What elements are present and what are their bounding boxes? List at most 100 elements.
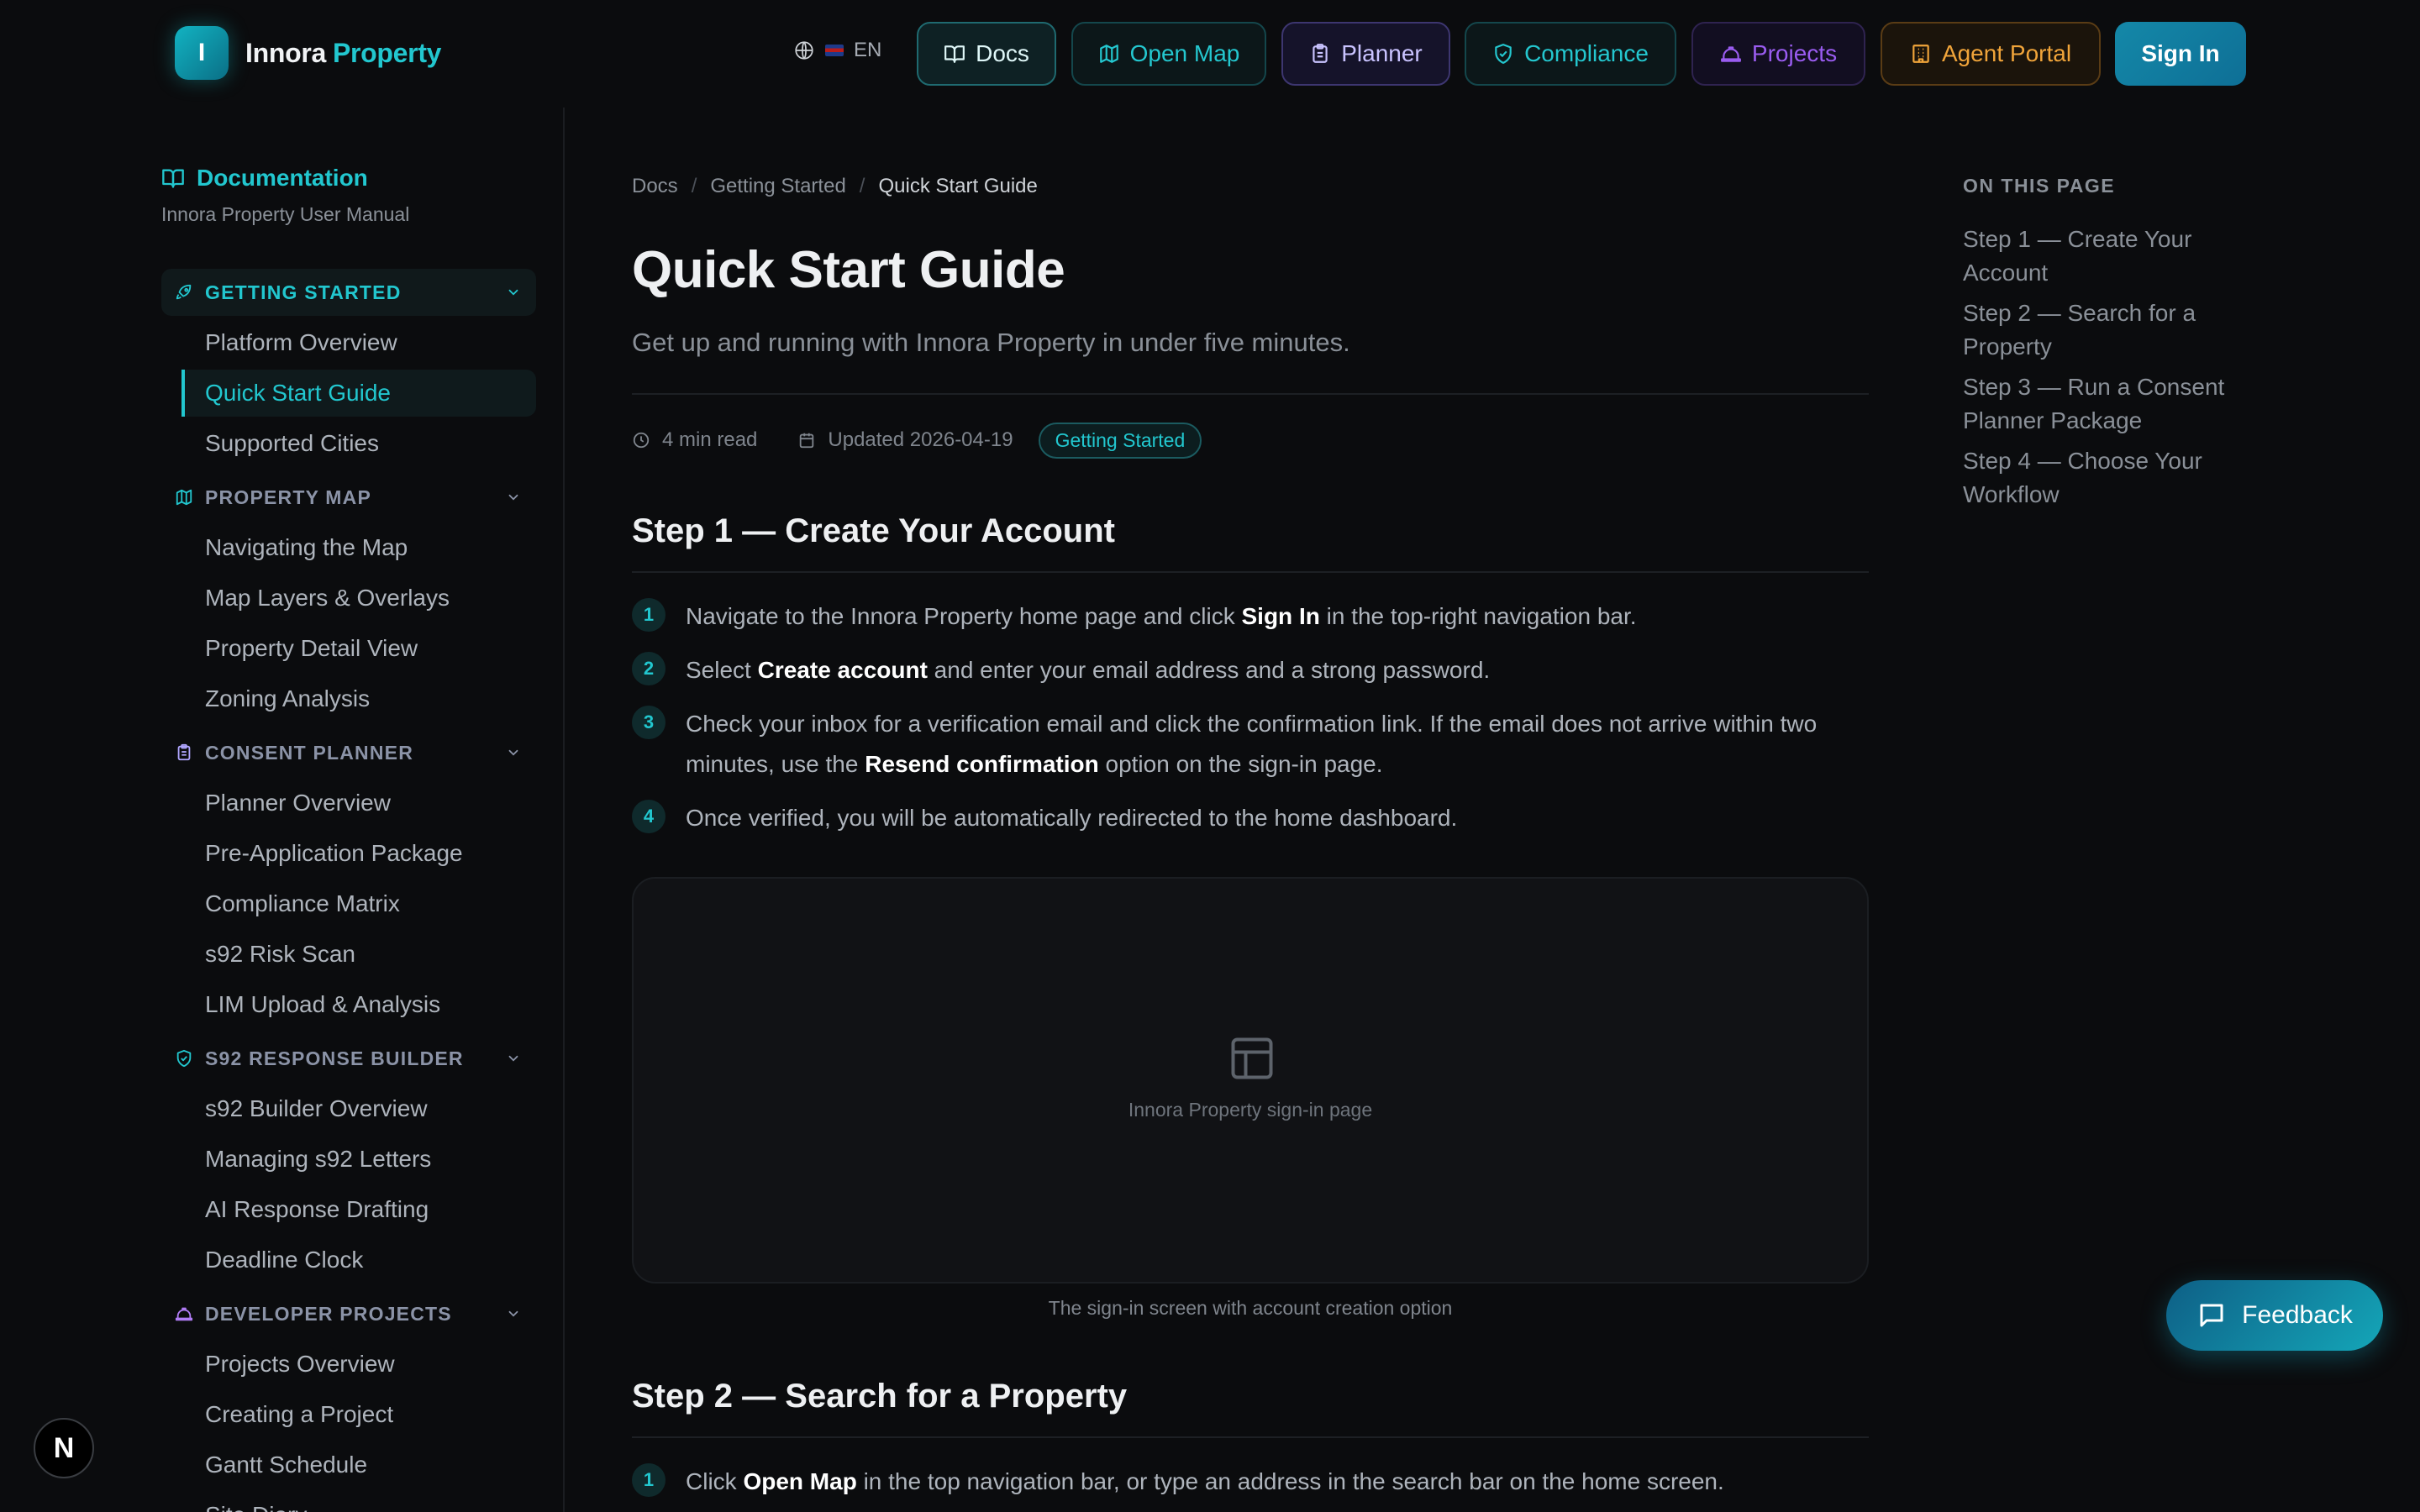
screenshot-placeholder: Innora Property sign-in page [632, 877, 1869, 1284]
sidebar-item-zoning-analysis[interactable]: Zoning Analysis [182, 675, 536, 722]
nav-compliance-button[interactable]: Compliance [1465, 22, 1676, 86]
list-item: 3 Check your inbox for a verification em… [632, 704, 1869, 785]
sidebar-section-s92-response-builder[interactable]: S92 RESPONSE BUILDER [161, 1035, 536, 1082]
create-account-mention: Create account [757, 657, 928, 683]
sidebar-section-label: CONSENT PLANNER [205, 741, 414, 764]
sidebar-section-property-map[interactable]: PROPERTY MAP [161, 474, 536, 521]
nav-open-map-button[interactable]: Open Map [1071, 22, 1266, 86]
list-item: 1 Click Open Map in the top navigation b… [632, 1462, 1869, 1502]
sidebar-item-ai-response-drafting[interactable]: AI Response Drafting [182, 1186, 536, 1233]
sidebar-section-label: S92 RESPONSE BUILDER [205, 1047, 464, 1069]
nav-projects-button[interactable]: Projects [1691, 22, 1865, 86]
list-item: 4 Once verified, you will be automatical… [632, 798, 1869, 838]
nav-docs-button[interactable]: Docs [917, 22, 1056, 86]
globe-icon [795, 41, 813, 60]
sidebar-item-site-diary[interactable]: Site Diary [182, 1492, 536, 1512]
clipboard-icon [177, 743, 191, 761]
sidebar-item-navigating-the-map[interactable]: Navigating the Map [182, 524, 536, 571]
sidebar-section-developer-projects[interactable]: DEVELOPER PROJECTS [161, 1290, 536, 1337]
brand-name-1: Innora [245, 37, 326, 68]
dev-tools-badge[interactable]: N [34, 1418, 94, 1478]
feedback-button[interactable]: Feedback [2166, 1280, 2383, 1351]
sidebar-section-getting-started[interactable]: GETTING STARTED [161, 269, 536, 316]
toc-item-step-2[interactable]: Step 2 — Search for a Property [1963, 297, 2265, 364]
sidebar-section-label: PROPERTY MAP [205, 486, 372, 508]
hardhat-icon [1721, 46, 1741, 62]
step-1-heading: Step 1 — Create Your Account [632, 512, 1115, 549]
calendar-icon [800, 433, 814, 449]
nav-agent-portal-button[interactable]: Agent Portal [1881, 22, 2101, 86]
language-switcher[interactable]: EN [793, 39, 881, 62]
sidebar-item-quick-start-guide[interactable]: Quick Start Guide [182, 370, 536, 417]
resend-confirmation-mention: Resend confirmation [865, 751, 1099, 777]
chevron-down-icon [508, 1055, 518, 1062]
docs-header: Documentation Innora Property User Manua… [161, 165, 409, 226]
clipboard-icon [1313, 44, 1328, 63]
book-icon [944, 45, 965, 63]
sidebar-item-pre-application-package[interactable]: Pre-Application Package [182, 830, 536, 877]
docs-subtitle: Innora Property User Manual [161, 203, 410, 225]
step-text: Select Create account and enter your ema… [686, 657, 1491, 683]
sidebar-item-projects-overview[interactable]: Projects Overview [182, 1341, 536, 1388]
layout-icon [1231, 1037, 1273, 1079]
sidebar-item-managing-s92-letters[interactable]: Managing s92 Letters [182, 1136, 536, 1183]
sidebar-item-deadline-clock[interactable]: Deadline Clock [182, 1236, 536, 1284]
open-map-mention: Open Map [743, 1468, 857, 1494]
sidebar-item-property-detail-view[interactable]: Property Detail View [182, 625, 536, 672]
breadcrumb-separator: / [691, 175, 697, 197]
page-title: Quick Start Guide [632, 241, 1065, 299]
uk-flag-icon [825, 45, 844, 56]
breadcrumb-docs[interactable]: Docs [632, 175, 678, 198]
toc-item-step-4[interactable]: Step 4 — Choose Your Workflow [1963, 444, 2265, 512]
message-square-icon [2200, 1304, 2223, 1327]
book-icon [162, 169, 184, 188]
nav-agent-portal-label: Agent Portal [1941, 40, 2072, 66]
sidebar-item-platform-overview[interactable]: Platform Overview [182, 319, 536, 366]
step-number: 1 [632, 1463, 666, 1497]
sidebar-item-compliance-matrix[interactable]: Compliance Matrix [182, 880, 536, 927]
step-text: Navigate to the Innora Property home pag… [686, 603, 1637, 629]
sidebar-item-s92-risk-scan[interactable]: s92 Risk Scan [182, 931, 536, 978]
sidebar-item-lim-upload[interactable]: LIM Upload & Analysis [182, 981, 536, 1028]
breadcrumb: Docs / Getting Started / Quick Start Gui… [632, 175, 1038, 198]
map-icon [176, 489, 192, 506]
figure-label: Innora Property sign-in page [1128, 1099, 1373, 1121]
step-2-heading: Step 2 — Search for a Property [632, 1378, 1128, 1415]
top-nav: I Innora Property EN Docs Open Map Planne… [0, 0, 2420, 108]
sidebar-item-creating-a-project[interactable]: Creating a Project [182, 1391, 536, 1438]
chevron-down-icon [508, 749, 518, 756]
toc-item-step-1[interactable]: Step 1 — Create Your Account [1963, 223, 2265, 290]
shield-check-icon [176, 1049, 192, 1068]
category-tag[interactable]: Getting Started [1038, 422, 1202, 459]
sidebar-item-map-layers[interactable]: Map Layers & Overlays [182, 575, 536, 622]
brand-name: Innora Property [245, 38, 441, 69]
step-text: Check your inbox for a verification emai… [686, 711, 1818, 777]
sidebar-item-gantt-schedule[interactable]: Gantt Schedule [182, 1441, 536, 1488]
toc-item-step-3[interactable]: Step 3 — Run a Consent Planner Package [1963, 370, 2265, 438]
list-item: 1 Navigate to the Innora Property home p… [632, 596, 1869, 637]
step-number: 2 [632, 652, 666, 685]
on-this-page: ON THIS PAGE Step 1 — Create Your Accoun… [1963, 175, 2265, 512]
sidebar-item-planner-overview[interactable]: Planner Overview [182, 780, 536, 827]
figure-caption: The sign-in screen with account creation… [1048, 1297, 1453, 1319]
brand-logo[interactable]: I Innora Property [175, 26, 441, 80]
docs-title[interactable]: Documentation [161, 165, 409, 192]
sidebar-section-consent-planner[interactable]: CONSENT PLANNER [161, 729, 536, 776]
step-text: Once verified, you will be automatically… [686, 805, 1458, 831]
building-icon [1912, 45, 1929, 63]
divider [632, 393, 1869, 395]
nav-planner-label: Planner [1341, 40, 1423, 66]
sidebar-item-supported-cities[interactable]: Supported Cities [182, 420, 536, 467]
nav-compliance-label: Compliance [1524, 40, 1649, 66]
step-text: Click Open Map in the top navigation bar… [686, 1468, 1724, 1494]
breadcrumb-getting-started[interactable]: Getting Started [710, 175, 845, 198]
sidebar-section-label: GETTING STARTED [205, 281, 402, 303]
rocket-icon [176, 284, 192, 300]
nav-open-map-label: Open Map [1129, 40, 1240, 66]
sidebar-item-s92-builder-overview[interactable]: s92 Builder Overview [182, 1085, 536, 1132]
toc-title: ON THIS PAGE [1963, 175, 2116, 197]
map-icon [1099, 45, 1118, 63]
feedback-label: Feedback [2242, 1301, 2353, 1329]
nav-planner-button[interactable]: Planner [1281, 22, 1450, 86]
sign-in-button[interactable]: Sign In [2115, 22, 2246, 86]
